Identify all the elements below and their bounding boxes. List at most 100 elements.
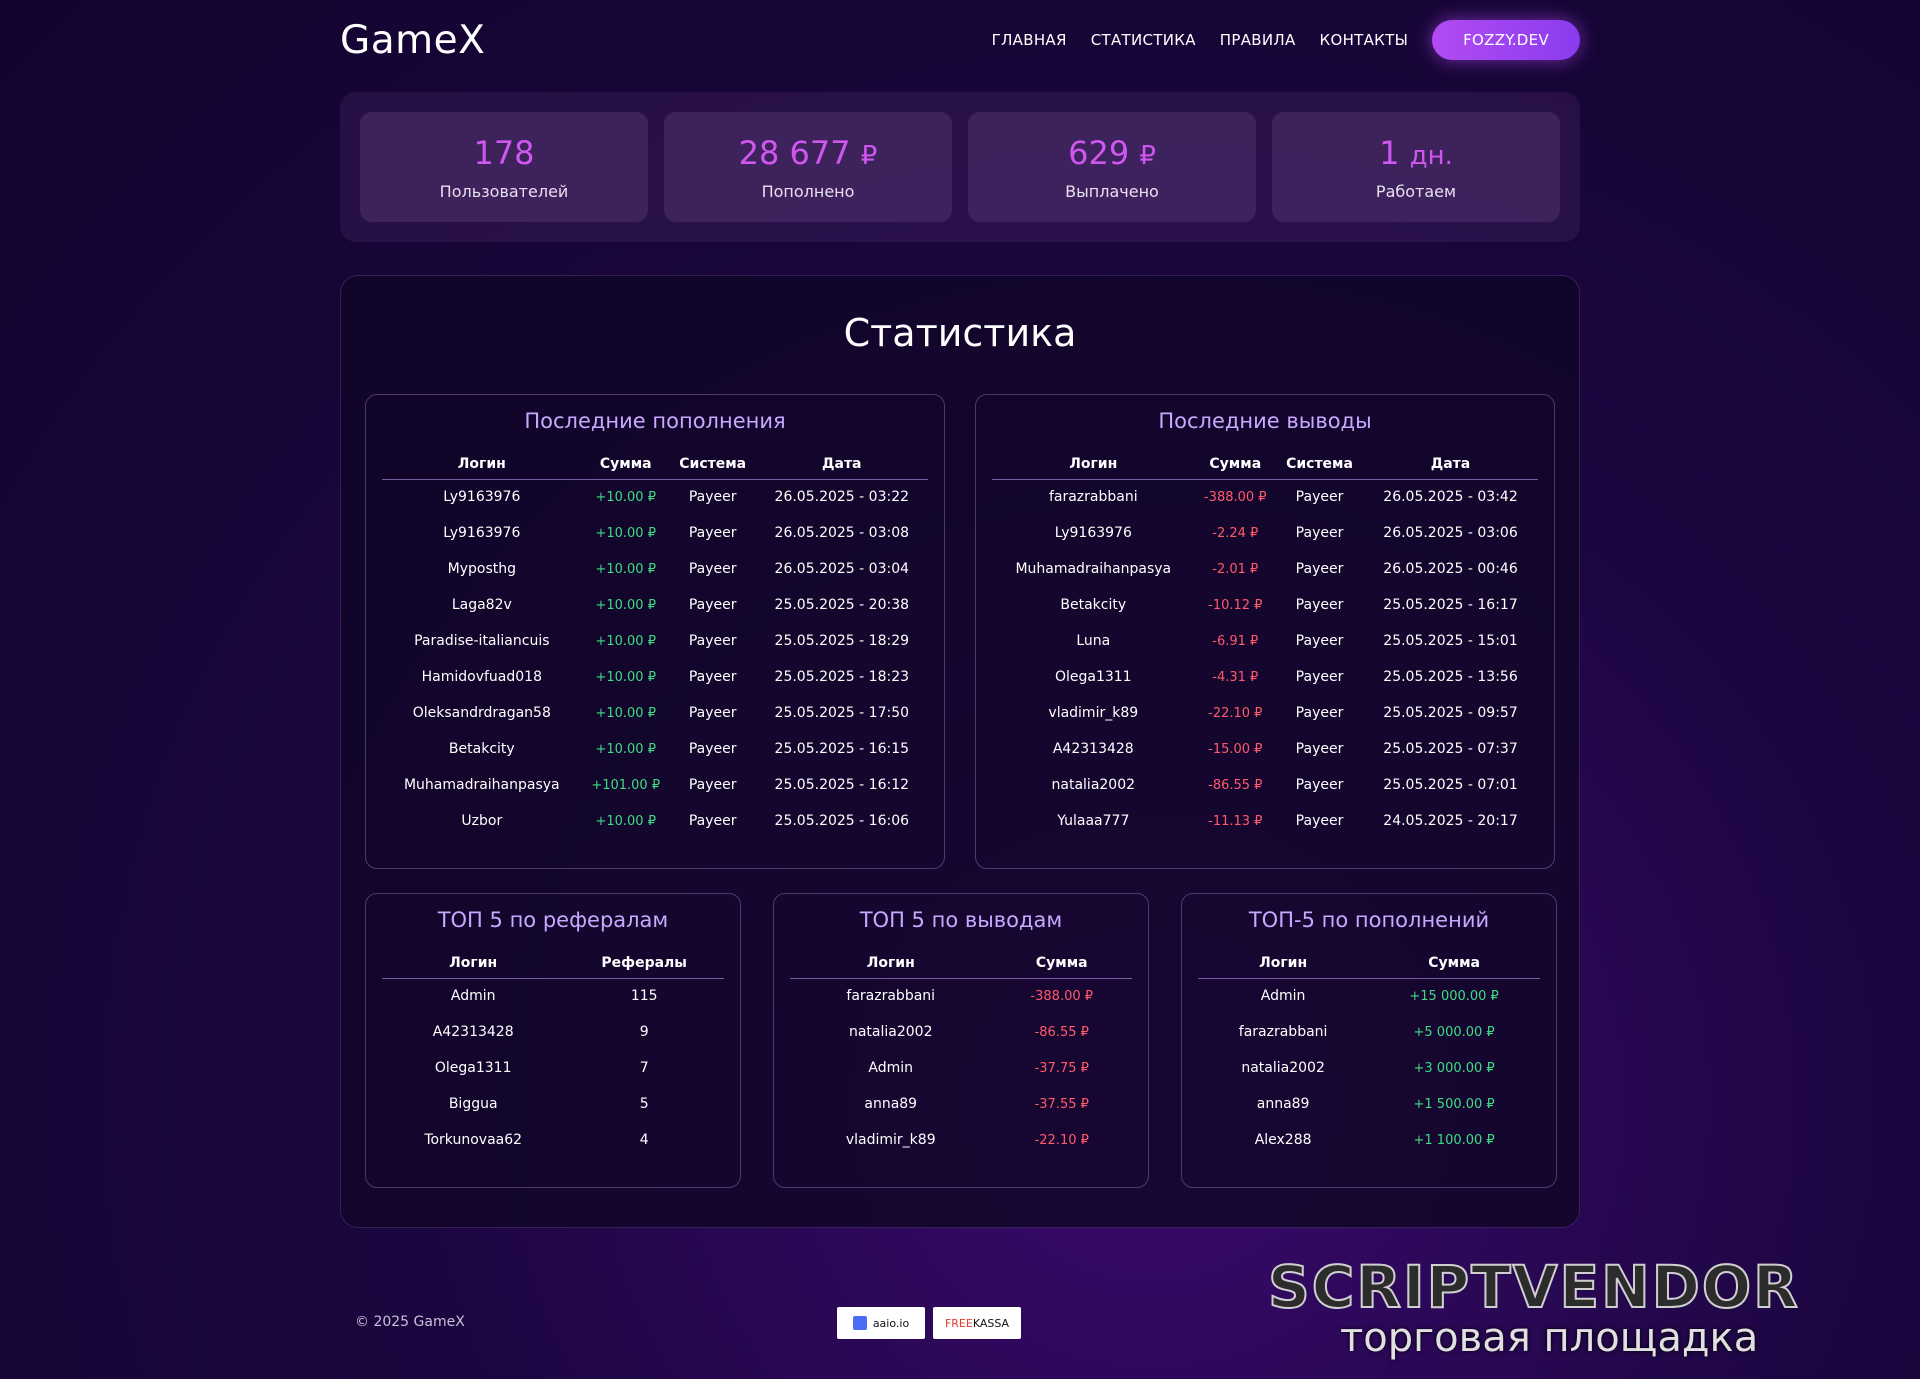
table-row: farazrabbani +5 000.00 ₽ <box>1198 1014 1540 1050</box>
table-cell: -2.01 ₽ <box>1212 561 1259 577</box>
table-cell: Admin <box>868 1060 914 1076</box>
stat-card-paid: 629 ₽ Выплачено <box>968 112 1256 222</box>
aaio-payment-badge[interactable]: aaio.io <box>837 1307 925 1339</box>
table-cell: Ly9163976 <box>1054 525 1132 541</box>
table-cell: Payeer <box>688 561 737 577</box>
table-cell: 25.05.2025 - 15:01 <box>1383 633 1518 649</box>
stat-value: 178 <box>473 134 534 172</box>
column-header: Сумма <box>1194 449 1276 480</box>
table-cell: Betakcity <box>1060 597 1127 613</box>
table-cell: Yulaaa777 <box>1057 813 1130 829</box>
nav-link-stats[interactable]: СТАТИСТИКА <box>1091 31 1196 49</box>
table-cell: +10.00 ₽ <box>595 813 656 829</box>
top-deposits-table: Логин Сумма Admin +15 000.00 ₽ farazrabbani… <box>1198 948 1540 1158</box>
table-row: Paradise-italiancuis +10.00 ₽ Payeer 25.05.… <box>382 623 928 659</box>
table-cell: 25.05.2025 - 16:12 <box>774 777 910 793</box>
stat-unit: ₽ <box>1139 140 1156 171</box>
table-row: Ly9163976 -2.24 ₽ Payeer 26.05.2025 - 03:06 <box>992 515 1538 551</box>
recent-deposits-box: Последние пополнения Логин Сумма Система Да… <box>365 394 945 869</box>
table-row: Ly9163976 +10.00 ₽ Payeer 26.05.2025 - 03:0… <box>382 515 928 551</box>
top-referrals-table: Логин Рефералы Admin 115 A42313428 9 Olega131… <box>382 948 724 1158</box>
table-cell: -37.75 ₽ <box>1034 1060 1089 1076</box>
table-cell: Ly9163976 <box>443 489 521 506</box>
box-title: Последние пополнения <box>524 409 786 433</box>
table-cell: 25.05.2025 - 09:57 <box>1383 705 1518 721</box>
table-cell: -10.12 ₽ <box>1208 597 1263 613</box>
watermark-logo: SCRIPTVENDOR <box>1267 1253 1800 1321</box>
table-cell: +10.00 ₽ <box>595 669 656 685</box>
table-cell: Olega1311 <box>434 1060 512 1076</box>
top-withdrawals-table: Логин Сумма farazrabbani -388.00 ₽ natalia2… <box>790 948 1132 1158</box>
table-cell: Payeer <box>1295 489 1344 506</box>
table-cell: 25.05.2025 - 20:38 <box>774 597 910 613</box>
table-row: Muhamadraihanpasya -2.01 ₽ Payeer 26.05.202… <box>992 551 1538 587</box>
table-cell: farazrabbani <box>1048 489 1138 506</box>
table-cell: +10.00 ₽ <box>595 597 656 613</box>
table-cell: 7 <box>639 1060 649 1076</box>
table-cell: Payeer <box>688 633 737 649</box>
table-row: Muhamadraihanpasya +101.00 ₽ Payeer 25.05.2… <box>382 767 928 803</box>
table-row: Biggua 5 <box>382 1086 724 1122</box>
table-row: natalia2002 -86.55 ₽ <box>790 1014 1132 1050</box>
table-cell: Payeer <box>1295 705 1344 721</box>
column-header: Сумма <box>581 449 670 480</box>
column-header: Рефералы <box>564 948 724 979</box>
top-deposits-box: ТОП-5 по пополнений Логин Сумма Admin +15 … <box>1181 893 1557 1188</box>
table-cell: Myposthg <box>447 561 516 577</box>
user-account-button[interactable]: FOZZY.DEV <box>1432 20 1580 60</box>
table-cell: -388.00 ₽ <box>1203 489 1267 505</box>
table-cell: Payeer <box>688 525 737 541</box>
watermark-tagline: торговая площадка <box>1340 1315 1759 1361</box>
table-cell: 26.05.2025 - 03:06 <box>1383 525 1518 541</box>
table-cell: 115 <box>630 988 658 1005</box>
table-cell: 25.05.2025 - 18:23 <box>774 669 910 685</box>
table-row: natalia2002 +3 000.00 ₽ <box>1198 1050 1540 1086</box>
table-cell: -388.00 ₽ <box>1030 988 1094 1004</box>
table-row: Betakcity -10.12 ₽ Payeer 25.05.2025 - 16:1… <box>992 587 1538 623</box>
stat-label: Работаем <box>1375 181 1457 201</box>
table-cell: +3 000.00 ₽ <box>1413 1060 1495 1076</box>
box-title: ТОП 5 по выводам <box>859 908 1063 932</box>
site-logo[interactable]: GameX <box>340 18 485 63</box>
table-cell: -22.10 ₽ <box>1208 705 1263 721</box>
table-cell: 24.05.2025 - 20:17 <box>1383 813 1518 829</box>
table-cell: 25.05.2025 - 07:37 <box>1383 741 1518 757</box>
stats-bar: 178 Пользователей 28 677 ₽ Пополнено 629… <box>340 92 1580 242</box>
table-cell: Oleksandrdragan58 <box>412 705 551 721</box>
stat-card-users: 178 Пользователей <box>360 112 648 222</box>
table-cell: Olega1311 <box>1054 669 1132 685</box>
table-cell: Biggua <box>448 1096 498 1112</box>
stat-number: 1 <box>1379 133 1400 172</box>
column-header: Дата <box>755 449 928 480</box>
table-row: Laga82v +10.00 ₽ Payeer 25.05.2025 - 20:38 <box>382 587 928 623</box>
table-cell: 26.05.2025 - 03:42 <box>1383 489 1518 506</box>
table-cell: Admin <box>450 988 496 1005</box>
freekassa-payment-badge[interactable]: FREE KASSA <box>933 1307 1021 1339</box>
table-row: farazrabbani -388.00 ₽ Payeer 26.05.2025 - … <box>992 479 1538 515</box>
table-cell: Ly9163976 <box>443 525 521 541</box>
badge-label-prefix: FREE <box>944 1316 973 1330</box>
nav-link-home[interactable]: ГЛАВНАЯ <box>992 31 1067 49</box>
stat-unit: дн. <box>1409 140 1453 171</box>
table-row: Luna -6.91 ₽ Payeer 25.05.2025 - 15:01 <box>992 623 1538 659</box>
stat-card-uptime: 1 дн. Работаем <box>1272 112 1560 222</box>
table-cell: -15.00 ₽ <box>1208 741 1263 757</box>
nav-link-contacts[interactable]: КОНТАКТЫ <box>1320 31 1409 49</box>
table-cell: +10.00 ₽ <box>595 633 656 649</box>
table-cell: Luna <box>1076 633 1111 649</box>
column-header: Система <box>1276 449 1364 480</box>
table-cell: Payeer <box>1295 633 1344 649</box>
table-cell: Payeer <box>1295 597 1344 613</box>
table-row: vladimir_k89 -22.10 ₽ Payeer 25.05.2025 - 0… <box>992 695 1538 731</box>
table-cell: +1 100.00 ₽ <box>1413 1132 1495 1148</box>
table-row: anna89 +1 500.00 ₽ <box>1198 1086 1540 1122</box>
table-cell: Payeer <box>1295 777 1344 793</box>
table-row: Uzbor +10.00 ₽ Payeer 25.05.2025 - 16:06 <box>382 803 928 839</box>
table-cell: Payeer <box>1295 669 1344 685</box>
table-row: vladimir_k89 -22.10 ₽ <box>790 1122 1132 1158</box>
table-cell: 25.05.2025 - 13:56 <box>1383 669 1518 685</box>
nav-link-rules[interactable]: ПРАВИЛА <box>1220 31 1296 49</box>
table-cell: -37.55 ₽ <box>1034 1096 1089 1112</box>
column-header: Логин <box>382 948 565 979</box>
table-row: Betakcity +10.00 ₽ Payeer 25.05.2025 - 16:1… <box>382 731 928 767</box>
